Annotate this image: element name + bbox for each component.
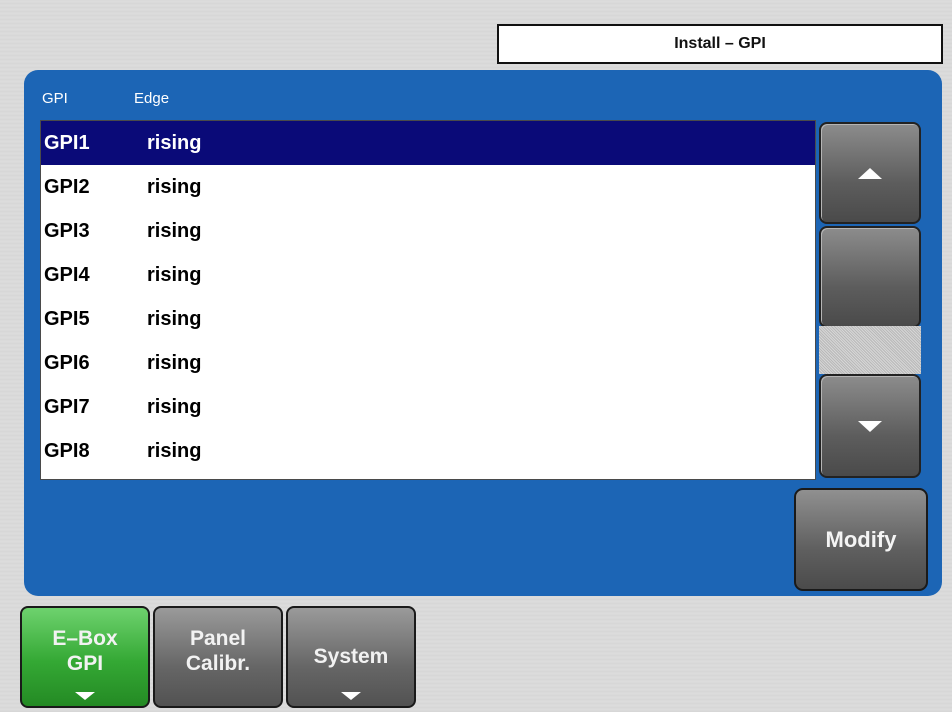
gpi-name: GPI6 xyxy=(44,351,90,374)
tab-label-line-1: E–Box xyxy=(52,627,118,650)
triangle-up-icon xyxy=(858,167,882,179)
tab-label-line-1: System xyxy=(313,645,389,668)
page-title: Install – GPI xyxy=(497,24,943,64)
gpi-name: GPI4 xyxy=(44,263,90,286)
gpi-row-7[interactable]: GPI7 rising xyxy=(41,385,815,429)
gpi-row-6[interactable]: GPI6 rising xyxy=(41,341,815,385)
gpi-edge: rising xyxy=(147,219,202,242)
scroll-down-button[interactable] xyxy=(819,374,921,478)
gpi-list: GPI1 rising GPI2 rising GPI3 rising GPI4… xyxy=(40,120,816,480)
column-header-gpi: GPI xyxy=(42,90,68,107)
tab-ebox-gpi[interactable]: E–Box GPI xyxy=(20,606,150,708)
scroll-up-button[interactable] xyxy=(819,122,921,224)
gpi-name: GPI1 xyxy=(44,131,90,154)
scroll-thumb[interactable] xyxy=(819,226,921,328)
gpi-edge: rising xyxy=(147,131,202,154)
tab-panel-calibr[interactable]: Panel Calibr. xyxy=(153,606,283,708)
gpi-row-2[interactable]: GPI2 rising xyxy=(41,165,815,209)
gpi-edge: rising xyxy=(147,307,202,330)
tab-label: E–Box GPI xyxy=(22,626,148,676)
gpi-name: GPI7 xyxy=(44,395,90,418)
gpi-name: GPI8 xyxy=(44,439,90,462)
gpi-edge: rising xyxy=(147,351,202,374)
gpi-name: GPI5 xyxy=(44,307,90,330)
triangle-down-icon xyxy=(858,420,882,432)
scroll-track[interactable] xyxy=(819,326,921,374)
column-header-edge: Edge xyxy=(134,90,170,107)
tab-label: System xyxy=(288,644,414,669)
gpi-name: GPI2 xyxy=(44,175,90,198)
tab-label: Panel Calibr. xyxy=(155,626,281,676)
tab-label-line-2: GPI xyxy=(66,652,104,676)
caret-down-icon xyxy=(75,692,95,700)
modify-button-label: Modify xyxy=(825,526,897,552)
page-title-text: Install – GPI xyxy=(674,35,766,52)
modify-button[interactable]: Modify xyxy=(794,488,928,591)
gpi-row-8[interactable]: GPI8 rising xyxy=(41,429,815,473)
gpi-name: GPI3 xyxy=(44,219,90,242)
gpi-row-5[interactable]: GPI5 rising xyxy=(41,297,815,341)
gpi-row-4[interactable]: GPI4 rising xyxy=(41,253,815,297)
tab-system[interactable]: System xyxy=(286,606,416,708)
gpi-edge: rising xyxy=(147,263,202,286)
gpi-row-3[interactable]: GPI3 rising xyxy=(41,209,815,253)
gpi-row-1[interactable]: GPI1 rising xyxy=(41,121,815,165)
gpi-edge: rising xyxy=(147,395,202,418)
tab-label-line-1: Panel xyxy=(189,627,247,650)
gpi-edge: rising xyxy=(147,175,202,198)
gpi-edge: rising xyxy=(147,439,202,462)
caret-down-icon xyxy=(341,692,361,700)
tab-label-line-2: Calibr. xyxy=(185,652,251,676)
